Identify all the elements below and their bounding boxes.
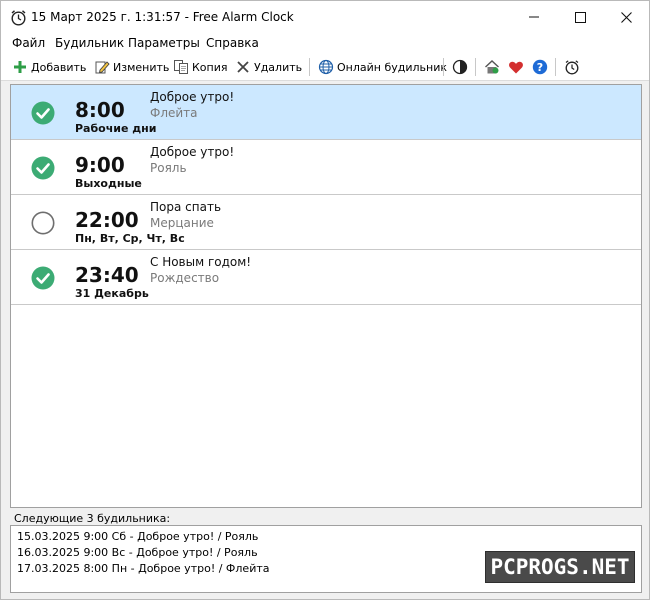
maximize-icon (574, 11, 586, 23)
clock-button[interactable] (564, 57, 580, 77)
title-bar: 15 Март 2025 г. 1:31:57 - Free Alarm Clo… (1, 1, 649, 33)
home-icon (485, 60, 499, 74)
menu-settings[interactable]: Параметры (128, 36, 200, 50)
alarm-row[interactable]: 22:00 Пн, Вт, Ср, Чт, Вс Пора спать Мерц… (11, 195, 641, 250)
delete-icon (237, 61, 249, 73)
home-button[interactable] (484, 57, 500, 77)
maximize-button[interactable] (557, 1, 603, 33)
watermark-text: PCPROGS.NET (490, 555, 630, 579)
check-icon[interactable] (31, 156, 55, 180)
help-icon: ? (532, 59, 548, 75)
minimize-icon (529, 16, 539, 18)
copy-icon (174, 60, 188, 74)
alarm-row[interactable]: 8:00 Рабочие дни Доброе утро! Флейта (11, 85, 641, 140)
clock-icon (565, 60, 579, 75)
svg-text:?: ? (537, 61, 543, 74)
heart-icon (509, 61, 523, 74)
alarm-time: 9:00 (75, 153, 125, 177)
toolbar-separator (309, 58, 310, 76)
copy-button-label: Копия (192, 60, 228, 74)
next-alarms-title: Следующие 3 будильника: (14, 512, 171, 525)
alarm-label: Доброе утро! (150, 90, 235, 104)
alarm-sound: Мерцание (150, 216, 214, 230)
alarm-days: Выходные (75, 177, 142, 190)
edit-button[interactable]: Изменить (94, 57, 169, 77)
toolbar-separator (443, 58, 444, 76)
contrast-icon (452, 59, 468, 75)
alarm-sound: Флейта (150, 106, 198, 120)
plus-icon (14, 61, 26, 73)
check-icon[interactable] (31, 101, 55, 125)
alarm-days: Рабочие дни (75, 122, 157, 135)
menu-bar: Файл Будильник Параметры Справка (1, 33, 649, 53)
toolbar-separator (475, 58, 476, 76)
alarm-clock-icon (11, 10, 26, 26)
help-button[interactable]: ? (532, 57, 548, 77)
add-button[interactable]: Добавить (12, 57, 86, 77)
alarm-days: Пн, Вт, Ср, Чт, Вс (75, 232, 185, 245)
check-icon[interactable] (31, 266, 55, 290)
theme-button[interactable] (452, 57, 468, 77)
alarm-label: Пора спать (150, 200, 222, 214)
alarm-row[interactable]: 23:40 31 Декабрь С Новым годом! Рождеств… (11, 250, 641, 305)
alarm-time: 23:40 (75, 263, 139, 287)
toolbar: Добавить Изменить Копия Удалить Онлайн б… (1, 53, 649, 81)
alarm-list[interactable]: 8:00 Рабочие дни Доброе утро! Флейта 9:0… (10, 84, 642, 508)
alarm-days: 31 Декабрь (75, 287, 149, 300)
window-title: 15 Март 2025 г. 1:31:57 - Free Alarm Clo… (31, 10, 294, 24)
alarm-sound: Рождество (150, 271, 220, 285)
toolbar-separator (555, 58, 556, 76)
online-alarm-button[interactable]: Онлайн будильник (318, 57, 447, 77)
next-alarm-item: 16.03.2025 9:00 Вс - Доброе утро! / Роял… (17, 546, 258, 559)
add-button-label: Добавить (31, 60, 87, 74)
alarm-row[interactable]: 9:00 Выходные Доброе утро! Рояль (11, 140, 641, 195)
next-alarm-item: 17.03.2025 8:00 Пн - Доброе утро! / Флей… (17, 562, 270, 575)
close-button[interactable] (603, 1, 649, 33)
delete-button[interactable]: Удалить (235, 57, 302, 77)
close-icon (620, 11, 632, 23)
next-alarm-item: 15.03.2025 9:00 Сб - Доброе утро! / Роял… (17, 530, 259, 543)
minimize-button[interactable] (511, 1, 557, 33)
alarm-sound: Рояль (150, 161, 187, 175)
alarm-label: С Новым годом! (150, 255, 252, 269)
copy-button[interactable]: Копия (173, 57, 228, 77)
alarm-time: 22:00 (75, 208, 139, 232)
menu-help[interactable]: Справка (206, 36, 259, 50)
delete-button-label: Удалить (254, 60, 303, 74)
app-window: 15 Март 2025 г. 1:31:57 - Free Alarm Clo… (0, 0, 650, 600)
edit-button-label: Изменить (113, 60, 170, 74)
donate-button[interactable] (508, 57, 524, 77)
menu-alarm[interactable]: Будильник (55, 36, 124, 50)
alarm-time: 8:00 (75, 98, 125, 122)
edit-icon (95, 61, 110, 74)
menu-file[interactable]: Файл (12, 36, 45, 50)
unchecked-circle-icon[interactable] (31, 211, 55, 235)
alarm-label: Доброе утро! (150, 145, 235, 159)
watermark: PCPROGS.NET (485, 551, 635, 583)
globe-icon (318, 59, 334, 75)
online-alarm-label: Онлайн будильник (337, 60, 448, 74)
